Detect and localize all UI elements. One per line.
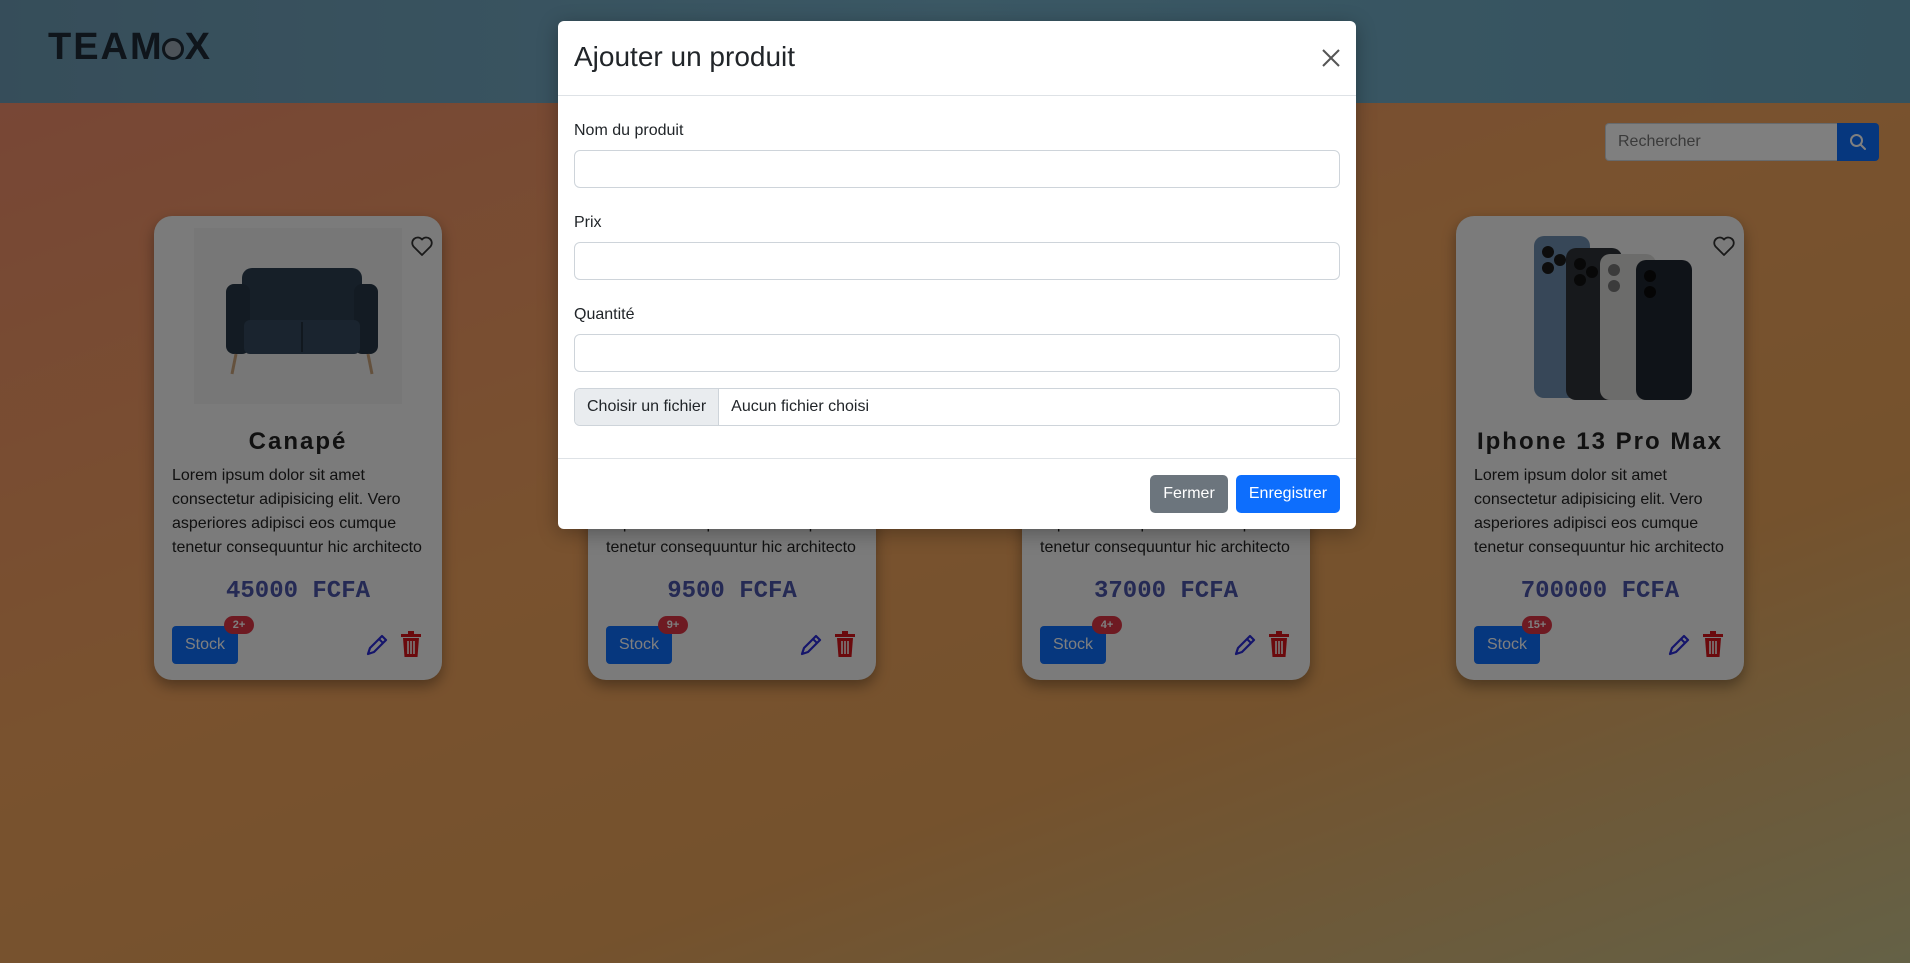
price-label: Prix	[574, 214, 602, 231]
close-button[interactable]: Fermer	[1150, 475, 1228, 513]
file-status: Aucun fichier choisi	[731, 398, 869, 415]
product-name-input[interactable]	[574, 150, 1340, 188]
quantity-input[interactable]	[574, 334, 1340, 372]
quantity-label: Quantité	[574, 306, 635, 323]
product-name-label: Nom du produit	[574, 122, 684, 139]
add-product-modal: Ajouter un produit Nom du produit Prix Q…	[558, 21, 1356, 529]
modal-footer: Fermer Enregistrer	[558, 458, 1356, 530]
save-button[interactable]: Enregistrer	[1236, 475, 1340, 513]
choose-file-button[interactable]: Choisir un fichier	[575, 389, 720, 425]
close-icon[interactable]	[1318, 45, 1344, 71]
modal-title: Ajouter un produit	[574, 41, 796, 72]
price-input[interactable]	[574, 242, 1340, 280]
file-input[interactable]: Choisir un fichier Aucun fichier choisi	[574, 388, 1340, 426]
modal-header: Ajouter un produit	[558, 21, 1356, 96]
